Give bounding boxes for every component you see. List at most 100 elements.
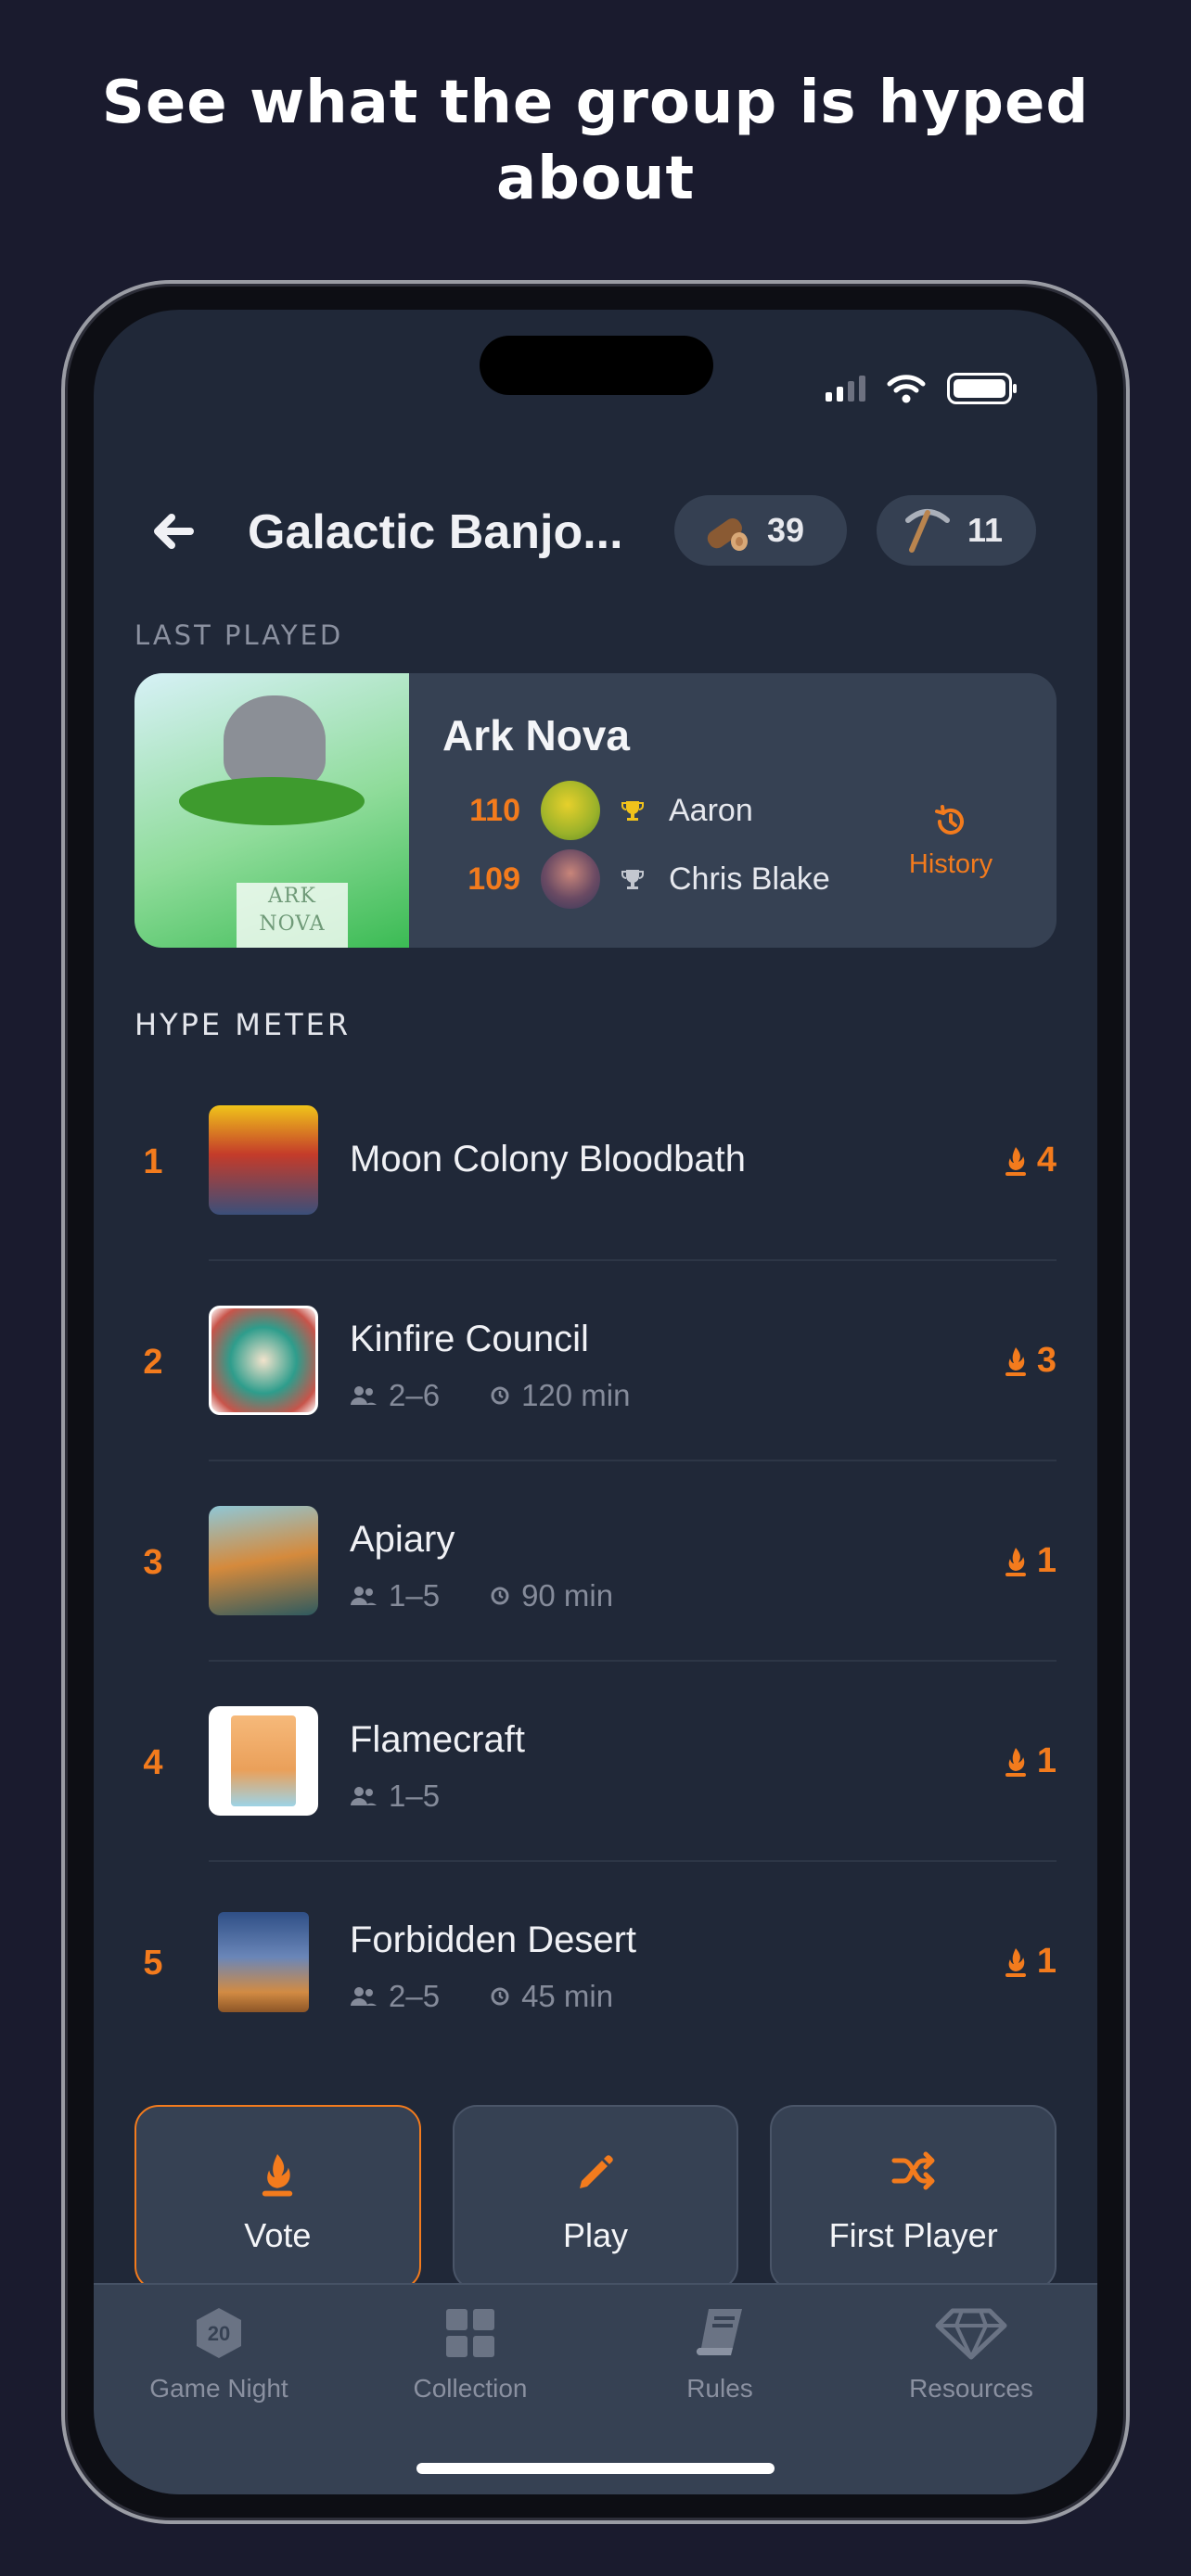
tab-bar: 20 Game Night Collection Rules Resources (94, 2283, 1097, 2494)
tab-collection[interactable]: Collection (359, 2305, 582, 2404)
flame-icon (1005, 1547, 1026, 1576)
game-thumbnail (209, 1706, 318, 1816)
top-bar: Galactic Banjo... 39 11 (94, 495, 1097, 566)
last-played-card[interactable]: ARK NOVA Ark Nova 110 Aaron 109 Chris Bl… (134, 673, 1057, 948)
flame-icon (263, 2153, 293, 2197)
last-played-game-name: Ark Nova (442, 711, 630, 759)
player-score: 109 (467, 861, 520, 897)
pickaxe-resource-pill[interactable]: 11 (877, 495, 1036, 566)
vote-number: 1 (1036, 1741, 1057, 1780)
game-name: Kinfire Council (350, 1319, 589, 1359)
list-item[interactable]: 2 Kinfire Council 2–6 120 min 3 (94, 1261, 1097, 1461)
clock-icon (491, 1386, 509, 1405)
game-meta: 1–5 (350, 1779, 440, 1814)
log-icon (707, 518, 748, 551)
wifi-icon (887, 375, 926, 403)
vote-count: 1 (1004, 1541, 1057, 1581)
game-thumbnail (209, 1105, 318, 1215)
vote-number: 1 (1036, 1942, 1057, 1981)
first-player-label: First Player (828, 2216, 998, 2254)
player-score-row: 110 Aaron (455, 781, 753, 840)
dynamic-island (480, 336, 713, 395)
gold-trophy-icon (621, 801, 644, 821)
tab-rules[interactable]: Rules (608, 2305, 831, 2404)
player-range: 1–5 (389, 1578, 441, 1613)
list-item[interactable]: 1 Moon Colony Bloodbath 4 (94, 1061, 1097, 1261)
player-range: 1–5 (389, 1779, 441, 1813)
game-name: Moon Colony Bloodbath (350, 1139, 746, 1180)
action-buttons: Vote Play First Player (134, 2105, 1057, 2290)
players-icon (351, 1987, 377, 2006)
game-meta: 1–5 90 min (350, 1578, 613, 1613)
game-thumbnail (209, 1506, 318, 1615)
flame-icon (1005, 1747, 1026, 1777)
player-name: Chris Blake (669, 861, 830, 897)
d20-badge-text: 20 (208, 2322, 230, 2345)
list-item[interactable]: 5 Forbidden Desert 2–5 45 min 1 (94, 1862, 1097, 2062)
first-player-button[interactable]: First Player (770, 2105, 1057, 2290)
rank-number: 1 (143, 1142, 163, 1181)
wood-resource-pill[interactable]: 39 (674, 495, 847, 566)
hype-meter-list: 1 Moon Colony Bloodbath 4 2 Kinfire Coun… (94, 1061, 1097, 2062)
app-screen: Galactic Banjo... 39 11 LAST PLAYED ARK … (94, 310, 1097, 2494)
game-name: Apiary (350, 1519, 455, 1560)
game-name: Flamecraft (350, 1719, 525, 1760)
vote-number: 3 (1036, 1341, 1057, 1380)
player-name: Aaron (669, 792, 753, 828)
headline: See what the group is hyped about (101, 69, 1090, 213)
home-indicator (416, 2463, 775, 2474)
play-time: 90 min (521, 1578, 614, 1613)
game-thumbnail (209, 1906, 318, 2016)
history-icon (935, 805, 964, 835)
flame-icon (1005, 1146, 1026, 1176)
shuffle-icon (891, 2151, 935, 2190)
vote-number: 1 (1036, 1541, 1057, 1580)
last-played-label: LAST PLAYED (134, 619, 344, 651)
vote-number: 4 (1036, 1141, 1057, 1180)
rank-number: 5 (143, 1944, 163, 1983)
play-time: 45 min (521, 1979, 614, 2013)
players-icon (351, 1787, 377, 1805)
cellular-signal-icon (826, 376, 865, 402)
vote-button[interactable]: Vote (134, 2105, 421, 2290)
play-button[interactable]: Play (452, 2105, 739, 2290)
tab-label: Collection (413, 2374, 528, 2403)
elephant-illustration (224, 695, 326, 788)
tab-label: Resources (909, 2374, 1033, 2403)
box-title-plate: ARK NOVA (237, 883, 348, 948)
game-name: Forbidden Desert (350, 1919, 637, 1960)
pencil-icon (580, 2155, 613, 2188)
player-range: 2–6 (389, 1378, 441, 1412)
player-score: 110 (469, 792, 520, 828)
vote-count: 1 (1004, 1741, 1057, 1781)
game-meta: 2–5 45 min (350, 1979, 613, 2014)
ark-nova-box-art: ARK NOVA (134, 673, 409, 948)
vote-count: 4 (1004, 1141, 1057, 1180)
tab-label: Rules (686, 2374, 753, 2403)
back-arrow-icon[interactable] (147, 506, 198, 556)
tab-game-night[interactable]: 20 Game Night (108, 2305, 330, 2404)
d20-icon: 20 (197, 2308, 241, 2358)
history-label: History (908, 849, 993, 879)
history-button[interactable]: History (877, 803, 1025, 880)
players-icon (351, 1587, 377, 1605)
game-meta: 2–6 120 min (350, 1378, 630, 1413)
vote-count: 1 (1004, 1942, 1057, 1982)
battery-icon (947, 373, 1017, 404)
clock-icon (491, 1987, 509, 2006)
status-bar (826, 373, 1017, 404)
player-range: 2–5 (389, 1979, 441, 2013)
players-icon (351, 1386, 377, 1405)
list-item[interactable]: 4 Flamecraft 1–5 1 (94, 1662, 1097, 1862)
pickaxe-icon (905, 509, 950, 553)
avatar (541, 781, 600, 840)
silver-trophy-icon (621, 870, 644, 889)
box-title-line-2: NOVA (259, 912, 326, 936)
tab-label: Game Night (149, 2374, 288, 2403)
vote-label: Vote (244, 2216, 312, 2254)
game-thumbnail (209, 1306, 318, 1415)
tab-resources[interactable]: Resources (860, 2305, 1082, 2404)
flame-icon (1005, 1346, 1026, 1376)
list-item[interactable]: 3 Apiary 1–5 90 min 1 (94, 1461, 1097, 1662)
floating-island-illustration (179, 777, 365, 825)
